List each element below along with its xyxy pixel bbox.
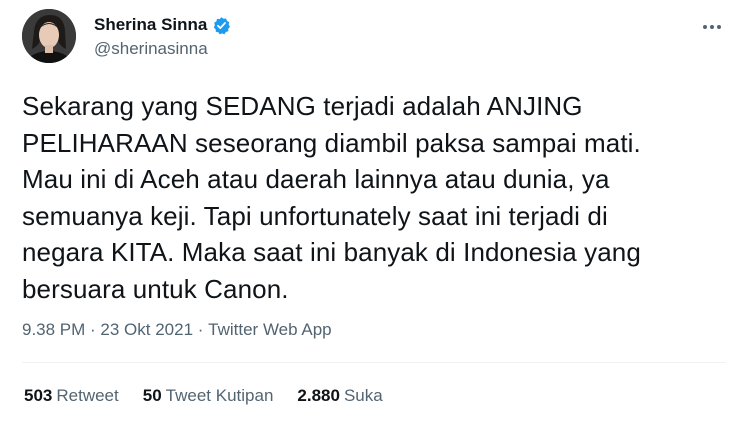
divider xyxy=(22,362,726,363)
quotes-stat[interactable]: 50 Tweet Kutipan xyxy=(143,386,274,406)
like-label: Suka xyxy=(343,386,383,405)
quote-label: Tweet Kutipan xyxy=(165,386,274,405)
verified-badge-icon xyxy=(212,16,231,35)
tweet-stats: 503 Retweet 50 Tweet Kutipan 2.880 Suka xyxy=(24,386,383,406)
meta-separator: · xyxy=(193,320,209,339)
author-info: Sherina Sinna @sherinasinna xyxy=(94,13,231,59)
tweet-text: Sekarang yang SEDANG terjadi adalah ANJI… xyxy=(22,91,641,304)
tweet-header: Sherina Sinna @sherinasinna xyxy=(22,9,726,69)
user-handle[interactable]: @sherinasinna xyxy=(94,39,231,59)
like-count: 2.880 xyxy=(297,386,340,405)
tweet-metadata: 9.38 PM · 23 Okt 2021 · Twitter Web App xyxy=(22,320,332,340)
retweet-count: 503 xyxy=(24,386,53,405)
more-options-icon[interactable] xyxy=(698,13,726,41)
tweet-time[interactable]: 9.38 PM xyxy=(22,320,85,340)
likes-stat[interactable]: 2.880 Suka xyxy=(297,386,382,406)
retweets-stat[interactable]: 503 Retweet xyxy=(24,386,119,406)
retweet-label: Retweet xyxy=(56,386,119,405)
tweet-source[interactable]: Twitter Web App xyxy=(208,320,331,340)
avatar[interactable] xyxy=(22,9,76,63)
quote-count: 50 xyxy=(142,386,162,405)
tweet-date[interactable]: 23 Okt 2021 xyxy=(100,320,193,340)
meta-separator: · xyxy=(85,320,101,339)
display-name[interactable]: Sherina Sinna xyxy=(94,15,207,35)
